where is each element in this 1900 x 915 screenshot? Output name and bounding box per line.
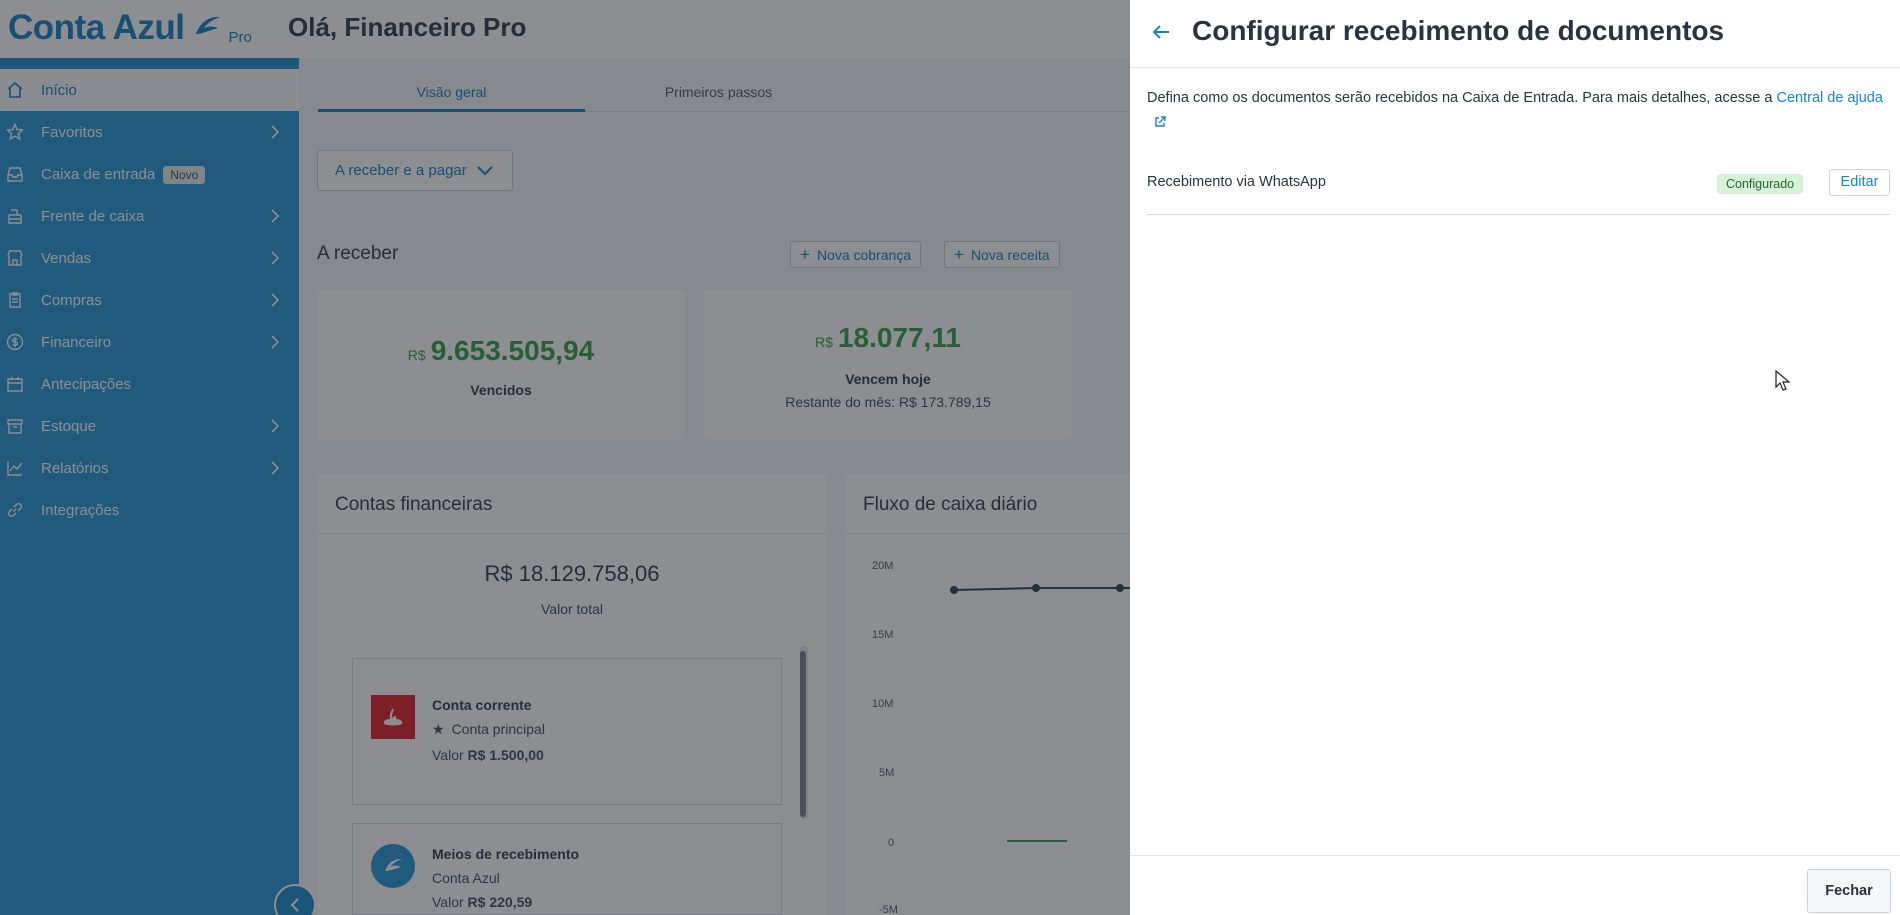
description-text: Defina como os documentos serão recebido… xyxy=(1147,90,1777,106)
drawer-title: Configurar recebimento de documentos xyxy=(1192,15,1725,46)
modal-backdrop[interactable] xyxy=(0,0,1130,915)
drawer-footer: Fechar xyxy=(1130,855,1900,915)
drawer-header: Configurar recebimento de documentos xyxy=(1130,0,1900,68)
help-center-link-text: Central de ajuda xyxy=(1776,90,1883,106)
whatsapp-receiving-label: Recebimento via WhatsApp xyxy=(1147,174,1326,190)
close-button[interactable]: Fechar xyxy=(1807,869,1891,913)
config-drawer: Configurar recebimento de documentos Def… xyxy=(1130,0,1900,915)
external-link-icon xyxy=(1155,116,1166,127)
drawer-description: Defina como os documentos serão recebido… xyxy=(1147,86,1887,136)
back-button[interactable] xyxy=(1148,19,1174,45)
arrow-left-icon xyxy=(1152,25,1169,39)
mouse-cursor-icon xyxy=(1775,370,1791,391)
status-badge: Configurado xyxy=(1717,174,1804,194)
edit-button[interactable]: Editar xyxy=(1829,169,1890,196)
whatsapp-receiving-row: Recebimento via WhatsApp Configurado Edi… xyxy=(1147,166,1890,215)
